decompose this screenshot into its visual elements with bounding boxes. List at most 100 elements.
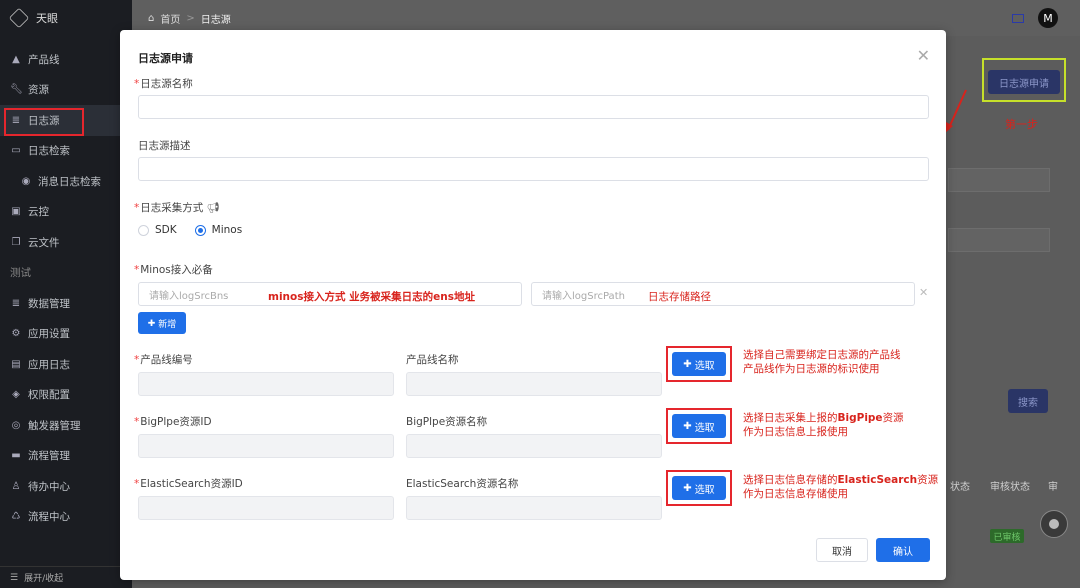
sidebar-item-label: 测试 [10,267,31,280]
es-name-input [406,496,662,520]
collection-method-radios: SDK Minos [138,224,242,236]
background-search-button[interactable]: 搜索 [1008,389,1048,413]
method-label: *日志采集方式 📢︎ [134,202,220,214]
table-header-status: 状态 [950,482,970,493]
step-annotation: 第一步 [1005,118,1038,131]
cloud-control-icon: ▣ [11,206,21,218]
sidebar-item-flow-center[interactable]: ♺ 流程中心 [0,502,132,533]
avatar[interactable]: M [1038,8,1058,28]
sidebar-item-label: 流程管理 [28,450,70,463]
app-log-icon: ▤ [11,358,21,370]
confirm-button[interactable]: 确认 [876,538,930,562]
sidebar-item-resources[interactable]: 🔧︎ 资源 [0,75,132,106]
breadcrumb-home[interactable]: 首页 [160,11,180,26]
plus-icon: ✚ [147,317,156,328]
product-annotation: 选择自己需要绑定日志源的产品线 产品线作为日志源的标识使用 [743,349,901,375]
close-icon[interactable]: ✕ [917,46,930,65]
sidebar-item-label: 消息日志检索 [38,175,101,188]
es-id-label: *ElasticSearch资源ID [134,478,243,490]
sidebar-item-label: 待办中心 [28,480,70,493]
sidebar-item-label: 产品线 [28,53,60,66]
sidebar-item-label: 云控 [28,206,49,219]
log-source-apply-dialog: 日志源申请 ✕ *日志源名称 日志源描述 *日志采集方式 📢︎ SDK Mino… [120,30,946,580]
sidebar-item-triggers[interactable]: ◎ 触发器管理 [0,410,132,441]
table-header-review-status: 审核状态 [990,482,1030,493]
shield-icon: ◈ [12,389,20,401]
bigpipe-name-label: BigPlpe资源名称 [406,416,488,428]
product-line-icon: ▲ [12,53,20,65]
bigpipe-name-input [406,434,662,458]
log-src-path-input[interactable]: 请输入logSrcPath [531,282,915,306]
bns-annotation: minos接入方式 业务被采集日志的ens地址 [268,291,475,303]
sidebar: 天眼 ▲ 产品线 🔧︎ 资源 ≣ 日志源 ▭ 日志检索 ◉ 消息日志检索 ▣ 云控 ❐ 云文件… [0,0,132,588]
sidebar-collapse-toggle[interactable]: ☰ 展开/收起 [0,566,132,588]
minos-label: *Minos接入必备 [134,264,213,276]
product-id-label: *产品线编号 [134,354,193,366]
product-id-input [138,372,394,396]
es-annotation: 选择日志信息存储的ElasticSearch资源 作为日志信息存储使用 [743,474,939,500]
desc-label: 日志源描述 [138,140,191,152]
pick-es-highlight: ✚ 选取 [666,470,732,506]
sidebar-item-product-line[interactable]: ▲ 产品线 [0,44,132,75]
sidebar-item-permissions[interactable]: ◈ 权限配置 [0,380,132,411]
sidebar-item-data-management[interactable]: ≣ 数据管理 [0,288,132,319]
home-icon: ⌂ [148,12,155,24]
sidebar-item-app-log[interactable]: ▤ 应用日志 [0,349,132,380]
product-name-input [406,372,662,396]
radio-sdk-label: SDK [155,224,177,236]
mail-icon[interactable] [1012,13,1024,23]
remove-row-icon[interactable]: ✕ [919,286,928,299]
sidebar-item-label: 应用日志 [28,358,70,371]
log-source-desc-input[interactable] [138,157,929,181]
data-icon: ≣ [11,297,21,309]
breadcrumb-separator: > [186,12,195,24]
bigpipe-id-input [138,434,394,458]
es-name-label: ElasticSearch资源名称 [406,478,519,490]
folder-icon: ▬ [11,450,21,462]
floating-action-button[interactable] [1040,510,1068,538]
status-badge: 已审核 [990,529,1024,543]
table-header-review: 审 [1048,482,1058,493]
log-source-name-input[interactable] [138,95,929,119]
add-minos-button[interactable]: ✚ 新增 [138,312,186,334]
eye-icon: ◉ [21,175,31,187]
sidebar-item-app-settings[interactable]: ⚙ 应用设置 [0,319,132,350]
sidebar-item-label: 应用设置 [28,328,70,341]
flow-icon: ♺ [11,511,21,523]
pick-es-button[interactable]: ✚ 选取 [672,476,726,500]
es-id-input [138,496,394,520]
megaphone-icon: 📢︎ [206,202,220,214]
plus-icon: ✚ [683,482,692,494]
sidebar-item-label: 资源 [28,84,49,97]
sidebar-item-label: 云文件 [28,236,60,249]
sidebar-item-message-log-search[interactable]: ◉ 消息日志检索 [0,166,132,197]
collapse-icon: ☰ [10,572,19,583]
sidebar-item-cloud-files[interactable]: ❐ 云文件 [0,227,132,258]
background-input [948,168,1050,192]
sidebar-item-log-search[interactable]: ▭ 日志检索 [0,136,132,167]
pick-product-button[interactable]: ✚ 选取 [672,352,726,376]
log-source-apply-button[interactable]: 日志源申请 [988,70,1060,94]
path-annotation: 日志存储路径 [648,291,711,303]
todo-icon: ♙ [11,480,21,492]
radio-sdk[interactable] [138,224,149,236]
sidebar-item-cloud-control[interactable]: ▣ 云控 [0,197,132,228]
pick-bigpipe-button[interactable]: ✚ 选取 [672,414,726,438]
pick-product-highlight: ✚ 选取 [666,346,732,382]
sidebar-item-label: 日志检索 [28,145,70,158]
sidebar-item-test[interactable]: 测试 [0,258,132,289]
plus-icon: ✚ [683,358,692,370]
cube-icon [1049,519,1059,529]
app-logo: 天眼 [0,0,132,36]
search-log-icon: ▭ [11,145,21,157]
sidebar-item-label: 数据管理 [28,297,70,310]
sidebar-item-todo[interactable]: ♙ 待办中心 [0,471,132,502]
bigpipe-annotation: 选择日志采集上报的BigPipe资源 作为日志信息上报使用 [743,412,904,438]
pick-bigpipe-highlight: ✚ 选取 [666,408,732,444]
radio-minos[interactable] [194,224,206,236]
sidebar-item-flow-management[interactable]: ▬ 流程管理 [0,441,132,472]
dialog-title: 日志源申请 [138,52,193,65]
trigger-icon: ◎ [11,419,21,431]
cancel-button[interactable]: 取消 [816,538,868,562]
files-icon: ❐ [11,236,21,248]
